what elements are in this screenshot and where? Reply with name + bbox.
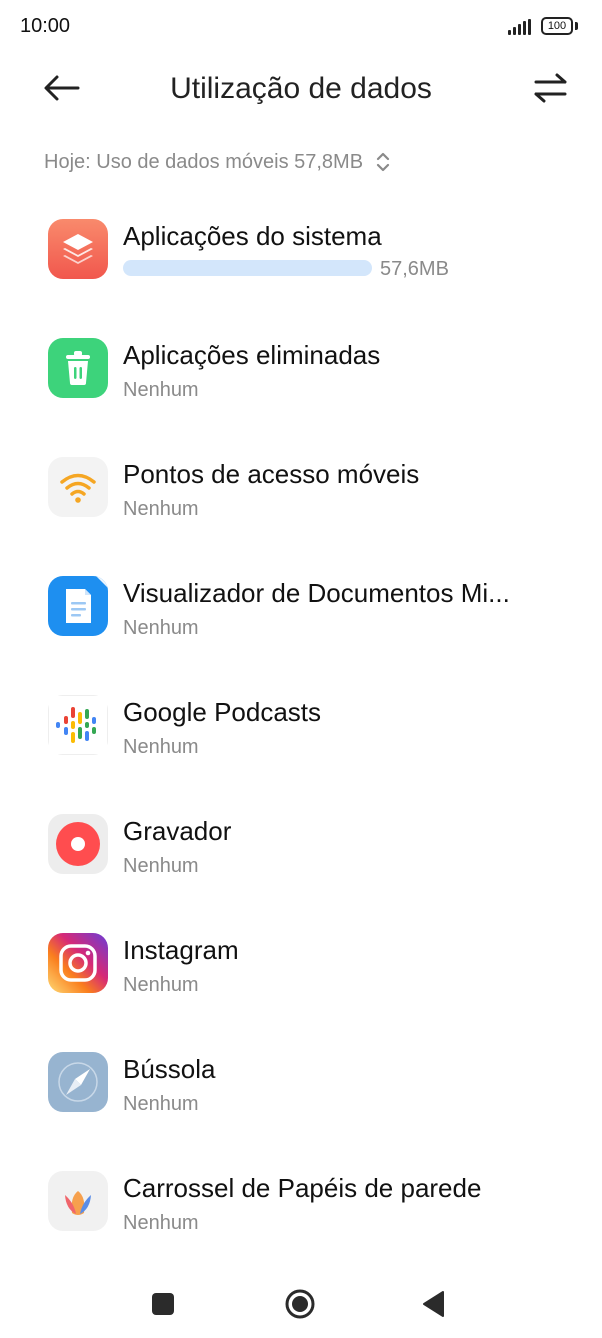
list-item[interactable]: Google Podcasts Nenhum [0, 666, 602, 785]
recents-square-icon [152, 1293, 174, 1315]
app-name: Gravador [123, 816, 232, 846]
wallpaper-carousel-icon [48, 1171, 108, 1231]
list-item[interactable]: Gravador Nenhum [0, 785, 602, 904]
app-usage: Nenhum [123, 855, 199, 877]
signal-icon [508, 19, 534, 35]
battery-icon: 100 [541, 17, 573, 35]
app-usage: Nenhum [123, 498, 199, 520]
app-name: Google Podcasts [123, 697, 322, 727]
list-item[interactable]: Aplicações eliminadas Nenhum [0, 309, 602, 428]
usage-bar [123, 260, 372, 276]
google-podcasts-icon [48, 695, 108, 755]
swap-arrows-icon [534, 73, 567, 103]
app-name: Visualizador de Documentos Mi... [123, 578, 510, 608]
status-bar: 10:00 100 [0, 0, 602, 56]
app-name: Aplicações eliminadas [123, 340, 381, 370]
app-usage: Nenhum [123, 617, 199, 639]
compass-icon [48, 1052, 108, 1112]
app-name: Instagram [123, 935, 239, 965]
app-usage: Nenhum [123, 736, 199, 758]
recents-button[interactable] [143, 1284, 183, 1324]
home-circle-icon [285, 1289, 315, 1319]
list-item[interactable]: Instagram Nenhum [0, 904, 602, 1023]
recorder-icon [48, 814, 108, 874]
app-name: Carrossel de Papéis de parede [123, 1173, 482, 1203]
status-time: 10:00 [20, 15, 71, 37]
list-item[interactable]: Visualizador de Documentos Mi... Nenhum [0, 547, 602, 666]
data-usage-summary: Hoje: Uso de dados móveis 57,8MB [44, 150, 364, 173]
list-item[interactable]: Carrossel de Papéis de parede Nenhum [0, 1142, 602, 1261]
sort-updown-icon [376, 152, 390, 172]
instagram-icon [48, 933, 108, 993]
data-usage-period-selector[interactable]: Hoje: Uso de dados móveis 57,8MB [44, 147, 391, 177]
app-usage: Nenhum [123, 1212, 199, 1234]
app-usage: Nenhum [123, 974, 199, 996]
page-title: Utilização de dados [170, 72, 432, 105]
app-name: Pontos de acesso móveis [123, 459, 420, 489]
wifi-hotspot-icon [48, 457, 108, 517]
list-item[interactable]: Bússola Nenhum [0, 1023, 602, 1142]
system-apps-icon [48, 219, 108, 279]
trash-icon [48, 338, 108, 398]
battery-tip [575, 22, 578, 30]
app-name: Aplicações do sistema [123, 221, 382, 251]
app-usage: Nenhum [123, 379, 199, 401]
app-header: Utilização de dados [0, 56, 602, 122]
app-usage: 57,6MB [380, 258, 449, 280]
list-item[interactable]: Pontos de acesso móveis Nenhum [0, 428, 602, 547]
app-name: Bússola [123, 1054, 216, 1084]
back-nav-button[interactable] [414, 1284, 454, 1324]
network-toggle-button[interactable] [530, 70, 570, 106]
home-button[interactable] [280, 1284, 320, 1324]
list-item[interactable]: Aplicações do sistema 57,6MB [0, 190, 602, 309]
back-triangle-icon [423, 1291, 444, 1317]
app-usage: Nenhum [123, 1093, 199, 1115]
navigation-bar [0, 1270, 602, 1338]
document-viewer-icon [48, 576, 108, 636]
